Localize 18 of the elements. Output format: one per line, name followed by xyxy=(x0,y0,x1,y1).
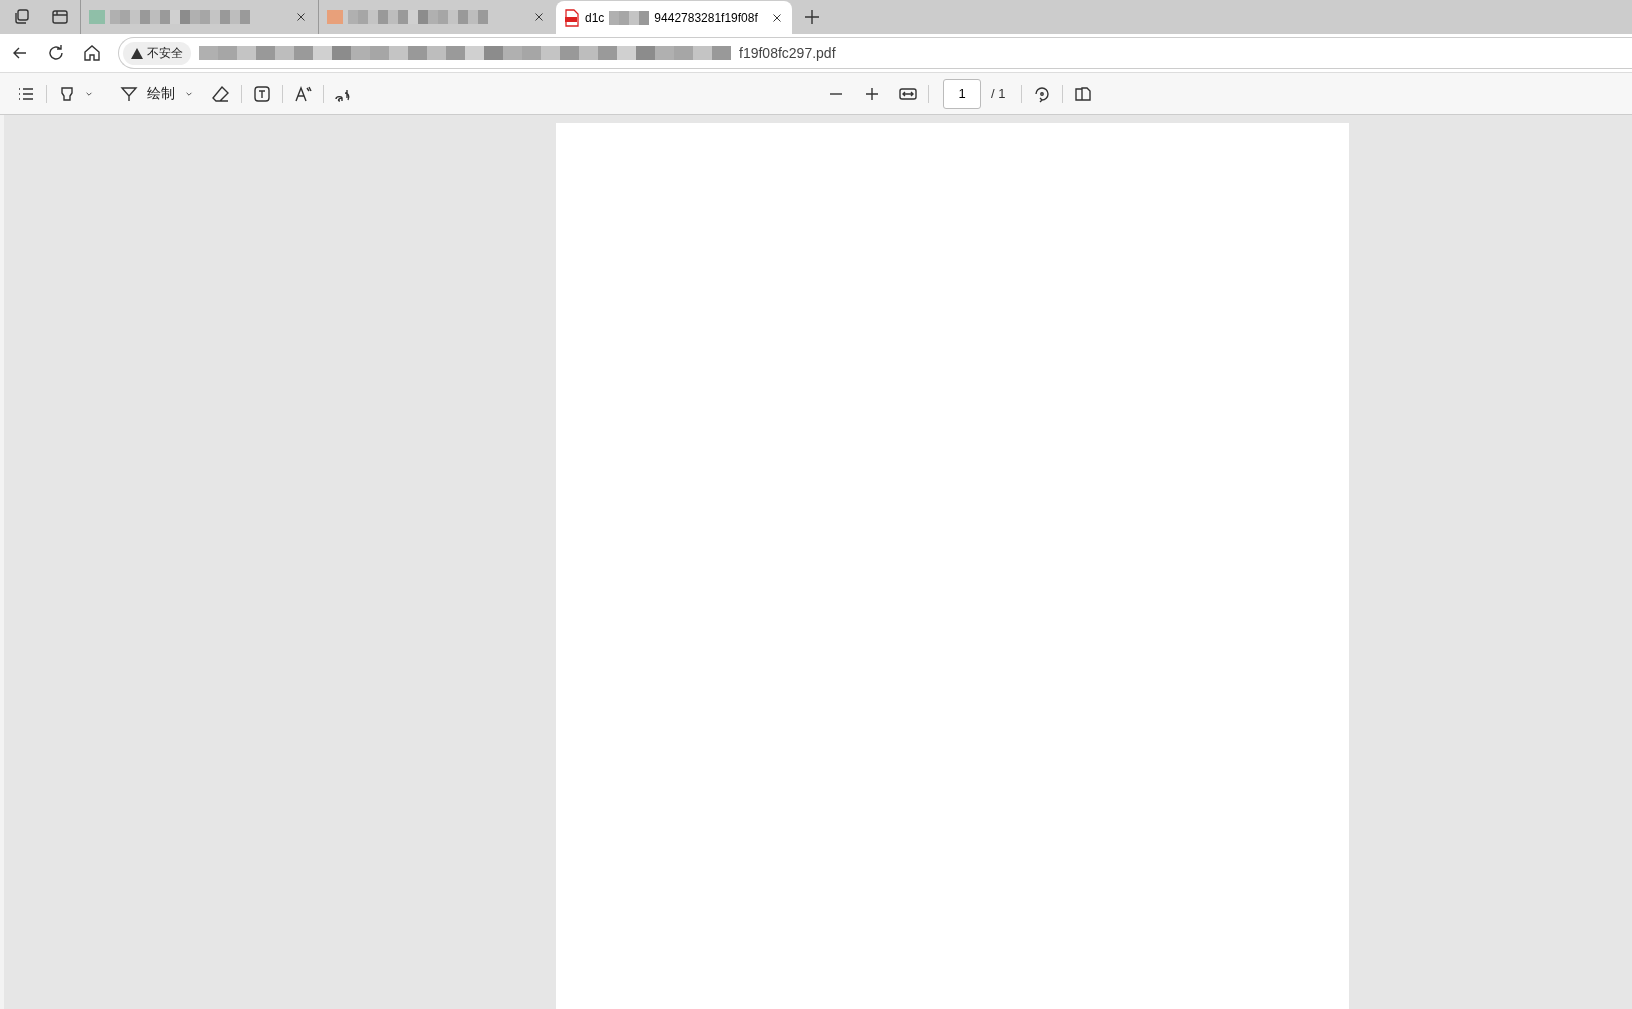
page-number-field[interactable]: 1 xyxy=(943,78,981,109)
pdf-icon xyxy=(564,9,580,27)
eraser-icon[interactable] xyxy=(211,83,231,104)
workspaces-icon[interactable] xyxy=(12,7,32,27)
page-count: / 1 xyxy=(991,86,1006,101)
warning-icon xyxy=(131,47,143,59)
text-box-icon[interactable] xyxy=(252,83,272,104)
browser-tab[interactable]: d1c 9442783281f19f08f xyxy=(556,1,792,35)
refresh-icon[interactable] xyxy=(46,43,66,63)
new-tab-icon[interactable] xyxy=(802,7,822,27)
blurred-text xyxy=(609,11,650,25)
tab-title: d1c xyxy=(585,11,605,25)
security-indicator[interactable]: 不安全 xyxy=(123,41,191,65)
url-text: f19f08fc297.pdf xyxy=(739,45,836,61)
tab-actions-icon[interactable] xyxy=(50,7,70,27)
home-icon[interactable] xyxy=(82,43,102,63)
tab-title: 9442783281f19f08f xyxy=(654,11,758,25)
draw-label[interactable]: 绘制 xyxy=(147,84,175,103)
